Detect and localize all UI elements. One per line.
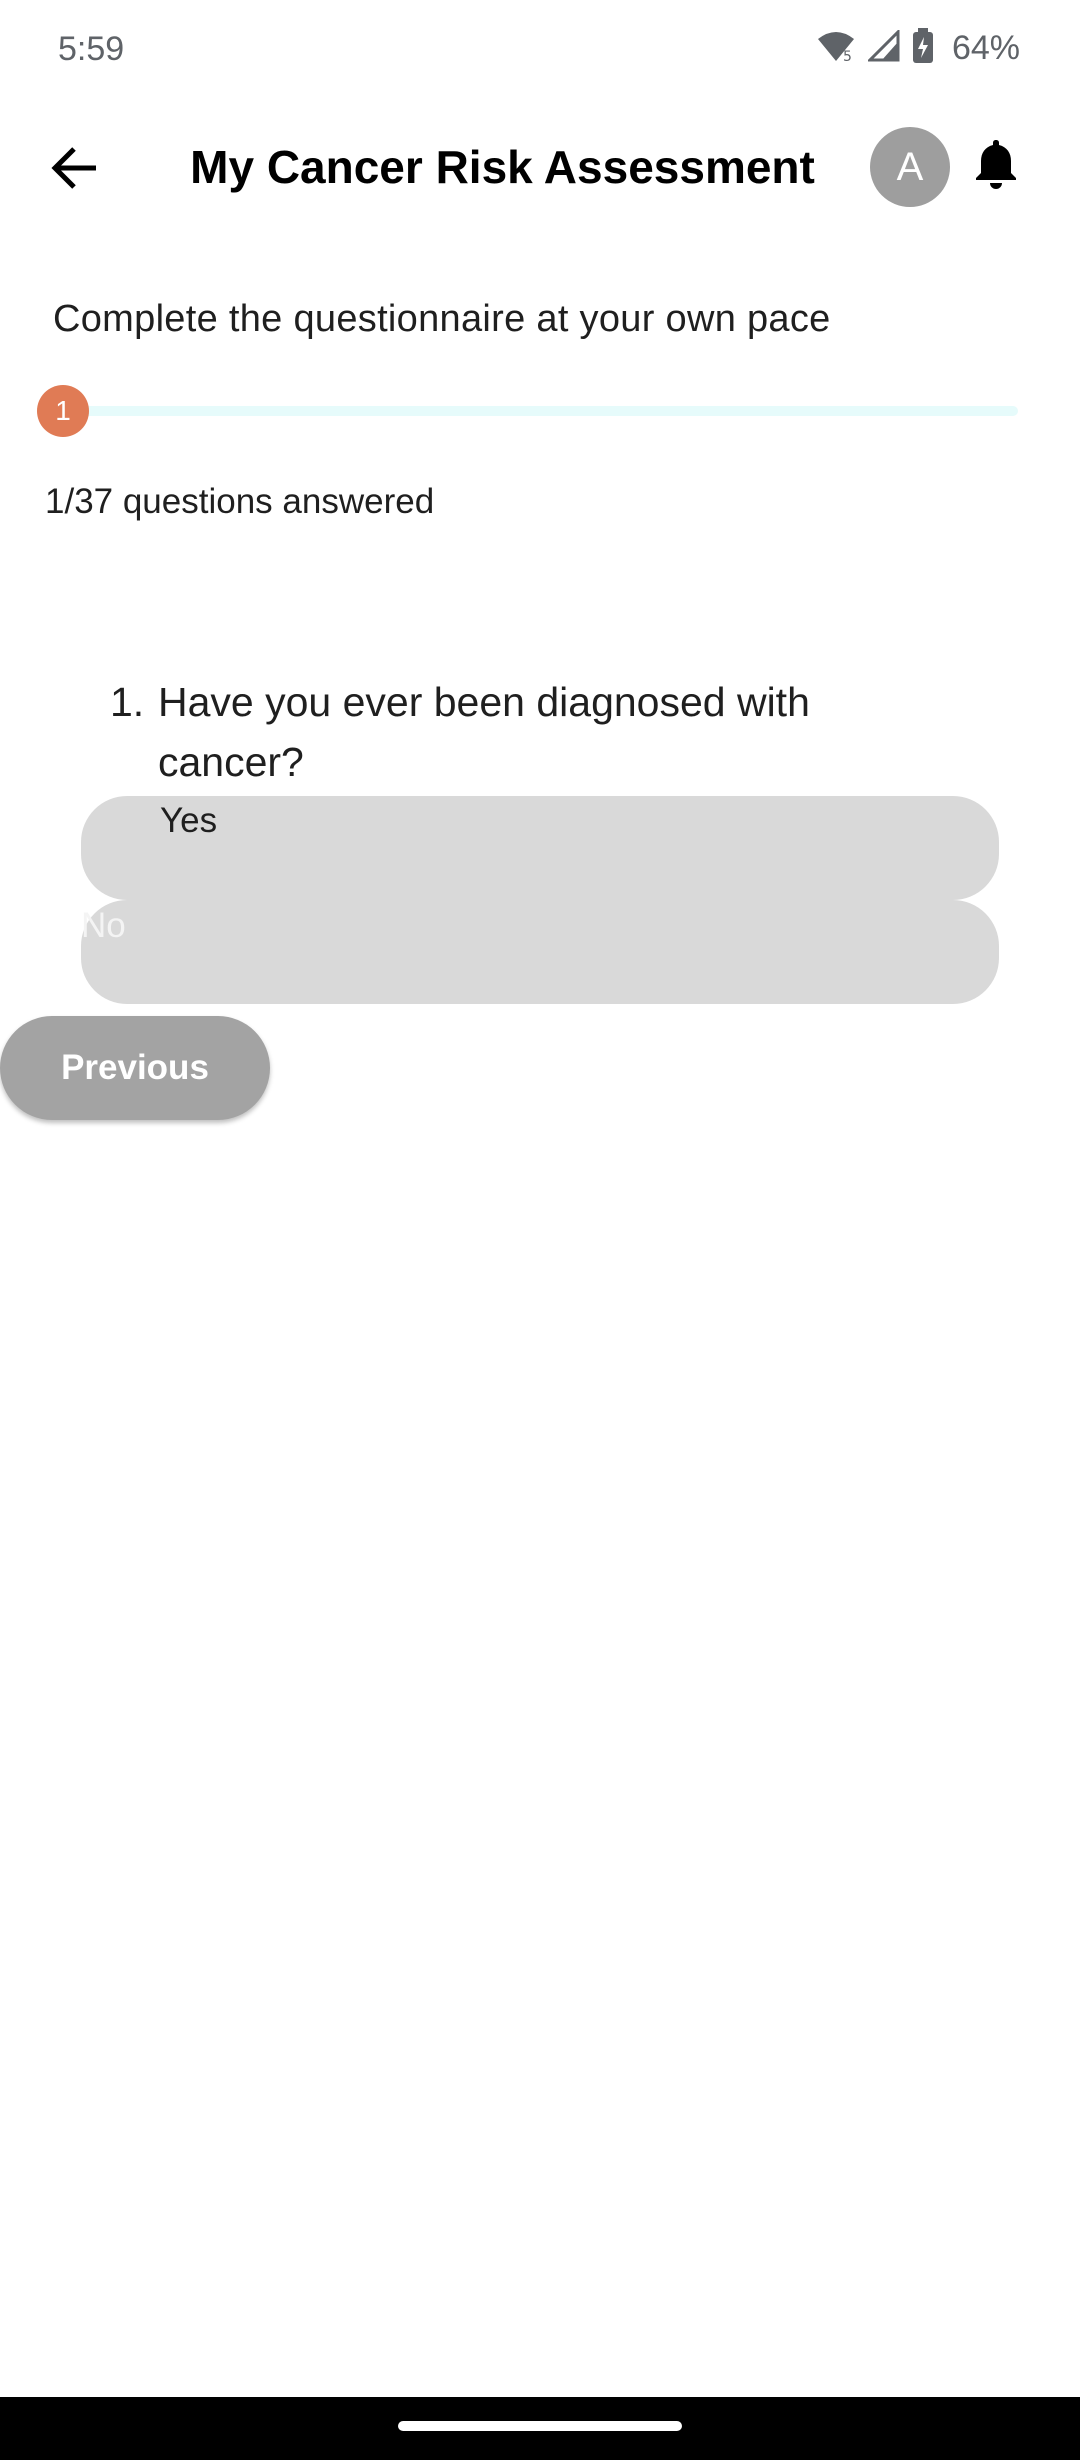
answer-option-no-label: No [81, 906, 126, 945]
cell-signal-icon [866, 28, 900, 67]
status-icons: 5 64% [816, 28, 1020, 69]
answer-option-yes-label: Yes [160, 801, 218, 840]
progress-track [62, 406, 1018, 416]
questionnaire-subtitle: Complete the questionnaire at your own p… [53, 298, 831, 340]
app-header: My Cancer Risk Assessment A [0, 120, 1080, 220]
bell-icon [972, 137, 1020, 196]
page-title: My Cancer Risk Assessment [190, 141, 815, 193]
system-nav-bar [0, 2397, 1080, 2460]
status-time: 5:59 [58, 30, 125, 68]
status-bar: 5:59 5 64% [0, 0, 1080, 105]
question: 1. Have you ever been diagnosed with can… [110, 672, 910, 792]
answered-count: 1/37 questions answered [45, 482, 435, 521]
svg-text:5: 5 [843, 49, 852, 63]
question-number: 1. [110, 679, 145, 725]
progress-step-marker: 1 [37, 385, 89, 437]
arrow-left-icon [50, 146, 98, 195]
notifications-button[interactable] [966, 134, 1026, 198]
answer-option-yes[interactable] [81, 796, 999, 900]
question-text: Have you ever been diagnosed with cancer… [158, 679, 810, 785]
home-indicator[interactable] [398, 2421, 682, 2431]
answer-option-no[interactable] [81, 900, 999, 1004]
battery-percent: 64% [951, 29, 1020, 67]
previous-button[interactable]: Previous [0, 1016, 270, 1120]
battery-icon [912, 28, 934, 69]
avatar[interactable]: A [870, 127, 950, 207]
wifi-icon: 5 [816, 29, 856, 68]
back-button[interactable] [42, 138, 106, 202]
